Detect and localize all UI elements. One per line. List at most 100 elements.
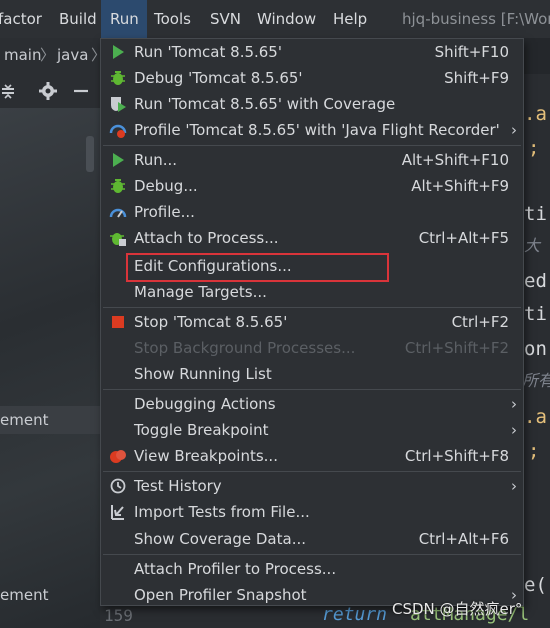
code-comment: 所有 xyxy=(522,371,550,390)
menu-item-shortcut: Ctrl+Alt+F6 xyxy=(418,530,509,548)
line-number: 159 xyxy=(104,606,133,625)
menu-item-label: Run... xyxy=(134,151,178,169)
run-icon xyxy=(113,45,124,59)
menu-item-shortcut: Shift+F10 xyxy=(434,43,509,61)
menu-item-stop-background: Stop Background Processes... Ctrl+Shift+… xyxy=(101,335,523,361)
submenu-arrow-icon: › xyxy=(511,421,517,439)
menu-item-label: Run 'Tomcat 8.5.65' with Coverage xyxy=(134,95,396,113)
menu-item-label: Manage Targets... xyxy=(134,283,267,301)
highlight-annotation xyxy=(126,253,389,282)
minimize-icon[interactable] xyxy=(72,81,90,101)
code-fragment: .a xyxy=(524,103,547,125)
breadcrumb-java[interactable]: java xyxy=(57,38,88,72)
menu-item-label: Show Running List xyxy=(134,365,272,383)
menu-item-label: Open Profiler Snapshot xyxy=(134,586,307,604)
menu-tools[interactable]: Tools xyxy=(154,0,191,38)
collapse-all-icon[interactable] xyxy=(0,82,18,100)
menu-separator xyxy=(103,307,521,308)
menu-item-attach-profiler[interactable]: Attach Profiler to Process... xyxy=(101,556,523,582)
code-fragment: ed xyxy=(524,270,547,292)
menu-item-run-with-coverage[interactable]: Run 'Tomcat 8.5.65' with Coverage xyxy=(101,91,523,117)
menu-separator xyxy=(103,471,521,472)
profile-jfr-icon xyxy=(109,124,127,138)
menu-item-label: Toggle Breakpoint xyxy=(134,421,269,439)
menu-item-import-tests[interactable]: Import Tests from File... xyxy=(101,499,523,525)
code-comment: 大 xyxy=(524,236,541,255)
menu-item-debug[interactable]: Debug... Alt+Shift+F9 xyxy=(101,173,523,199)
debug-icon xyxy=(111,71,125,85)
code-fragment: e( xyxy=(524,574,547,596)
submenu-arrow-icon: › xyxy=(511,121,517,139)
tree-scrollbar[interactable] xyxy=(86,136,94,172)
run-icon xyxy=(113,153,124,167)
menu-separator xyxy=(103,389,521,390)
import-icon xyxy=(111,505,124,520)
debug-icon xyxy=(111,179,125,193)
coverage-icon xyxy=(111,97,126,112)
menu-separator xyxy=(103,145,521,146)
code-fragment: ti xyxy=(524,303,547,325)
menu-item-manage-targets[interactable]: Manage Targets... xyxy=(101,279,523,305)
code-fragment: ; xyxy=(528,440,540,462)
menu-item-label: Stop 'Tomcat 8.5.65' xyxy=(134,313,288,331)
menu-item-debugging-actions[interactable]: Debugging Actions › xyxy=(101,391,523,417)
menu-item-shortcut: Shift+F9 xyxy=(444,69,509,87)
menu-item-shortcut: Alt+Shift+F9 xyxy=(411,177,509,195)
code-fragment: ; xyxy=(528,137,540,159)
attach-icon xyxy=(110,233,126,246)
menu-bar: factor Build Run Tools SVN Window Help h… xyxy=(0,0,550,38)
profile-icon xyxy=(109,208,127,218)
menu-item-shortcut: Ctrl+Shift+F2 xyxy=(404,339,509,357)
stop-icon xyxy=(112,316,124,328)
menu-item-run-tomcat[interactable]: Run 'Tomcat 8.5.65' Shift+F10 xyxy=(101,39,523,65)
menu-item-label: View Breakpoints... xyxy=(134,447,278,465)
breadcrumb: main 〉 java 〉 xyxy=(0,38,106,74)
menu-item-show-coverage-data[interactable]: Show Coverage Data... Ctrl+Alt+F6 xyxy=(101,526,523,552)
menu-item-view-breakpoints[interactable]: View Breakpoints... Ctrl+Shift+F8 xyxy=(101,443,523,469)
menu-item-stop-tomcat[interactable]: Stop 'Tomcat 8.5.65' Ctrl+F2 xyxy=(101,309,523,335)
watermark: CSDN @自然疯er° xyxy=(392,600,523,618)
run-menu-dropdown: Run 'Tomcat 8.5.65' Shift+F10 Debug 'Tom… xyxy=(100,38,524,606)
menu-run[interactable]: Run xyxy=(101,0,147,38)
menu-item-label: Attach to Process... xyxy=(134,229,279,247)
menu-item-label: Debug... xyxy=(134,177,198,195)
menu-separator xyxy=(103,554,521,555)
window-title: hjq-business [F:\Wor xyxy=(402,10,550,28)
code-fragment: .a xyxy=(524,406,547,428)
menu-help[interactable]: Help xyxy=(333,0,367,38)
history-icon xyxy=(110,478,126,494)
menu-build[interactable]: Build xyxy=(59,0,97,38)
tree-item[interactable]: ement xyxy=(0,581,100,609)
menu-item-label: Profile... xyxy=(134,203,195,221)
menu-item-shortcut: Ctrl+Shift+F8 xyxy=(404,447,509,465)
gear-icon[interactable] xyxy=(38,81,58,101)
menu-svn[interactable]: SVN xyxy=(210,0,241,38)
menu-item-profile[interactable]: Profile... xyxy=(101,199,523,225)
submenu-arrow-icon: › xyxy=(511,395,517,413)
menu-item-profile-jfr[interactable]: Profile 'Tomcat 8.5.65' with 'Java Fligh… xyxy=(101,117,523,143)
submenu-arrow-icon: › xyxy=(511,477,517,495)
menu-item-run[interactable]: Run... Alt+Shift+F10 xyxy=(101,147,523,173)
menu-item-label: Debugging Actions xyxy=(134,395,276,413)
menu-refactor[interactable]: factor xyxy=(0,0,42,38)
project-toolbar xyxy=(0,74,100,108)
menu-item-label: Test History xyxy=(134,477,222,495)
menu-item-debug-tomcat[interactable]: Debug 'Tomcat 8.5.65' Shift+F9 xyxy=(101,65,523,91)
menu-window[interactable]: Window xyxy=(257,0,316,38)
menu-item-shortcut: Ctrl+F2 xyxy=(451,313,509,331)
tree-item[interactable]: ement xyxy=(0,406,100,434)
menu-item-label: Run 'Tomcat 8.5.65' xyxy=(134,43,282,61)
menu-item-shortcut: Alt+Shift+F10 xyxy=(401,151,509,169)
menu-item-label: Attach Profiler to Process... xyxy=(134,560,337,578)
menu-item-shortcut: Ctrl+Alt+F5 xyxy=(418,229,509,247)
breakpoints-icon xyxy=(110,450,126,463)
menu-item-label: Show Coverage Data... xyxy=(134,530,306,548)
breadcrumb-main[interactable]: main xyxy=(4,38,41,72)
menu-item-test-history[interactable]: Test History › xyxy=(101,473,523,499)
menu-item-toggle-breakpoint[interactable]: Toggle Breakpoint › xyxy=(101,417,523,443)
menu-item-show-running-list[interactable]: Show Running List xyxy=(101,361,523,387)
menu-item-label: Import Tests from File... xyxy=(134,503,310,521)
breadcrumb-separator: 〉 xyxy=(40,46,56,64)
menu-item-attach-to-process[interactable]: Attach to Process... Ctrl+Alt+F5 xyxy=(101,225,523,251)
code-fragment: ti xyxy=(524,203,547,225)
